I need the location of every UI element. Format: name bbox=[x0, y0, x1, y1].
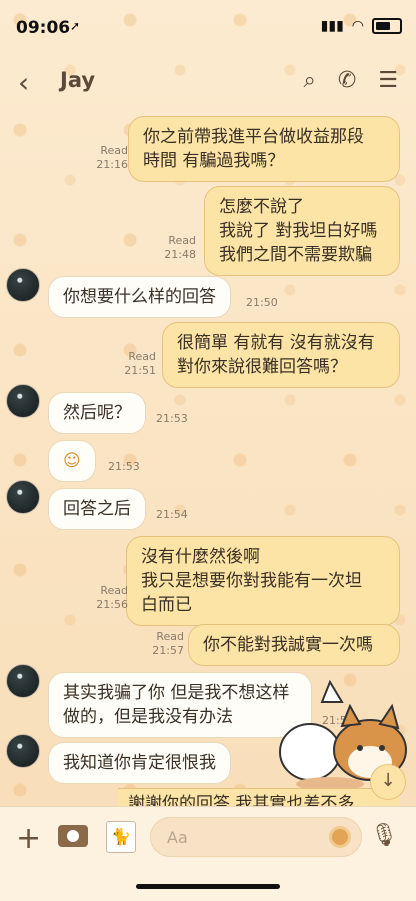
location-icon: ➚ bbox=[70, 19, 81, 33]
chat-header: ‹ Jay ⌕ ✆ ☰ bbox=[0, 56, 416, 106]
message-bubble-incoming[interactable]: ☺ bbox=[48, 440, 96, 482]
message-bubble-incoming[interactable]: 我知道你肯定很恨我 bbox=[48, 742, 231, 784]
message-bubble-incoming[interactable]: 然后呢？ bbox=[48, 392, 146, 434]
menu-icon[interactable]: ☰ bbox=[378, 68, 398, 93]
status-time: 09:06 bbox=[16, 18, 71, 38]
microphone-icon[interactable]: 🎙 bbox=[370, 823, 398, 848]
avatar[interactable] bbox=[6, 664, 40, 698]
photo-icon[interactable]: 🐈 bbox=[106, 821, 136, 853]
message-meta: Read 21:48 bbox=[164, 234, 196, 261]
avatar[interactable] bbox=[6, 480, 40, 514]
avatar[interactable] bbox=[6, 268, 40, 302]
home-indicator bbox=[136, 884, 280, 889]
signal-icon: ▮▮▮ bbox=[320, 18, 344, 34]
status-bar: 09:06 ➚ ▮▮▮ ◠ bbox=[0, 0, 416, 48]
camera-icon[interactable] bbox=[58, 825, 88, 847]
message-bubble-outgoing[interactable]: 你之前帶我進平台做收益那段 時間 有騙過我嗎？ bbox=[128, 116, 400, 182]
message-meta: Read 21:51 bbox=[124, 350, 156, 377]
chat-title: Jay bbox=[60, 68, 96, 92]
emoji-icon[interactable] bbox=[329, 826, 351, 848]
message-time: 21:50 bbox=[246, 296, 278, 309]
message-time: 21:53 bbox=[108, 460, 140, 473]
message-bubble-outgoing[interactable]: 沒有什麼然後啊 我只是想要你對我能有一次坦 白而已 bbox=[126, 536, 400, 626]
avatar[interactable] bbox=[6, 734, 40, 768]
message-bubble-outgoing[interactable]: 怎麼不說了 我說了 對我坦白好嗎 我們之間不需要欺騙 bbox=[204, 186, 400, 276]
wifi-icon: ◠ bbox=[351, 18, 364, 34]
message-meta: Read 21:57 bbox=[152, 630, 184, 657]
message-time: 21:53 bbox=[156, 412, 188, 425]
message-bubble-incoming[interactable]: 回答之后 bbox=[48, 488, 146, 530]
message-input[interactable]: Aa bbox=[150, 817, 362, 857]
message-meta: Read 21:56 bbox=[96, 584, 128, 611]
battery-icon bbox=[372, 18, 402, 34]
search-icon[interactable]: ⌕ bbox=[304, 68, 316, 93]
message-time: 21:54 bbox=[156, 508, 188, 521]
message-input-placeholder: Aa bbox=[167, 828, 188, 847]
plus-icon[interactable]: + bbox=[16, 821, 41, 856]
scroll-down-icon[interactable]: ↓ bbox=[370, 764, 406, 800]
call-icon[interactable]: ✆ bbox=[338, 68, 356, 93]
avatar[interactable] bbox=[6, 384, 40, 418]
message-bubble-outgoing[interactable]: 很簡單 有就有 沒有就沒有 對你來說很難回答嗎？ bbox=[162, 322, 400, 388]
message-bubble-outgoing-partial[interactable]: 謝謝你的回答 我其實也差不多 bbox=[118, 788, 400, 808]
message-bubble-outgoing[interactable]: 你不能對我誠實一次嗎 bbox=[188, 624, 400, 666]
message-meta: Read 21:16 bbox=[96, 144, 128, 171]
back-icon[interactable]: ‹ bbox=[18, 66, 29, 99]
message-bubble-incoming[interactable]: 你想要什么样的回答 bbox=[48, 276, 231, 318]
